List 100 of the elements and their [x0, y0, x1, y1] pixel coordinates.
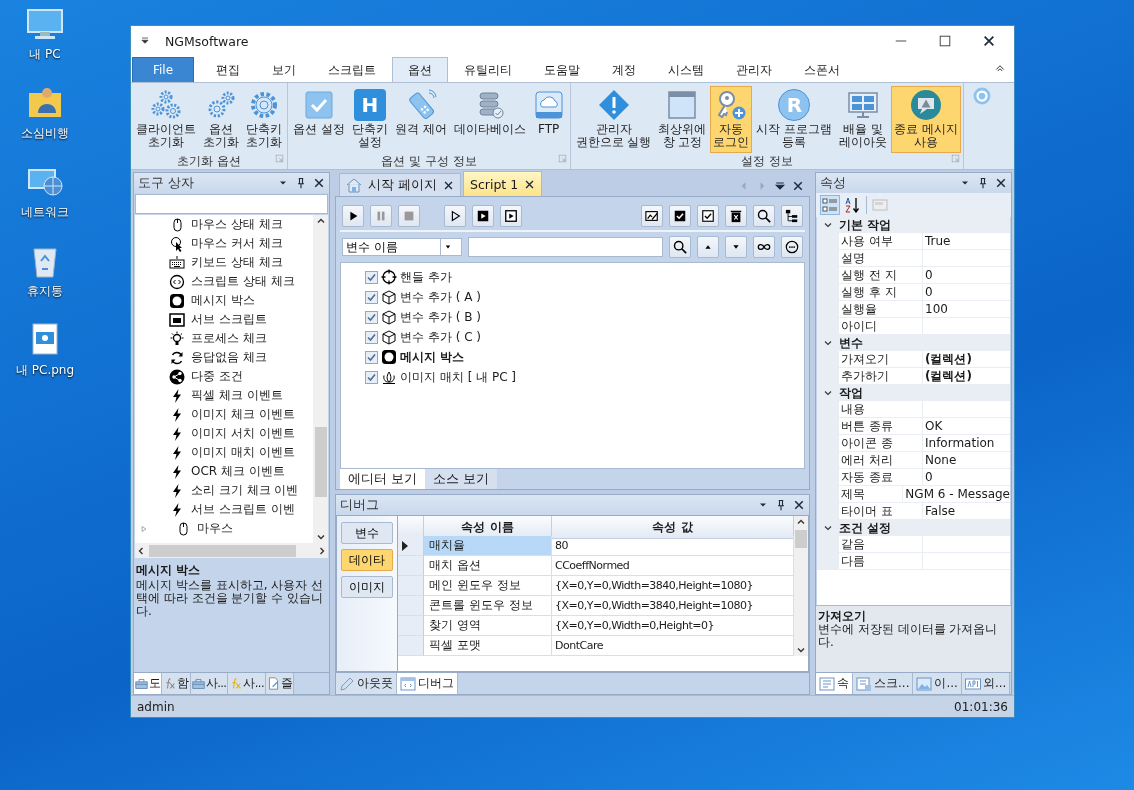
- script-step[interactable]: 변수 추가 ( B ): [400, 308, 481, 326]
- close-icon[interactable]: [313, 177, 325, 189]
- collapse-ribbon-icon[interactable]: [994, 62, 1006, 74]
- close-icon[interactable]: [443, 179, 454, 191]
- ribbon-button[interactable]: 옵션 설정: [290, 86, 348, 153]
- ribbon-button[interactable]: 클라이언트 초기화: [133, 86, 199, 153]
- category-button[interactable]: 데이타: [341, 549, 393, 571]
- document-tab[interactable]: Script 1: [463, 171, 543, 196]
- play-button[interactable]: [342, 205, 364, 227]
- property-value[interactable]: 100: [923, 301, 1010, 318]
- ribbon-tab[interactable]: 시스템: [652, 57, 721, 82]
- desktop-icon-label[interactable]: 내 PC.png: [15, 362, 75, 379]
- row-header[interactable]: [398, 536, 424, 556]
- ribbon-button[interactable]: 관리자 권한으로 실행: [572, 86, 655, 153]
- pin-icon[interactable]: [295, 177, 307, 189]
- tree-item[interactable]: 메시지 박스: [135, 291, 313, 310]
- tree-item[interactable]: 서브 스크립트: [135, 310, 313, 329]
- property-name[interactable]: 다름: [839, 553, 923, 570]
- panel-tab[interactable]: 사...: [228, 673, 266, 694]
- property-value[interactable]: (컬렉션): [923, 368, 1010, 385]
- close-icon[interactable]: [995, 177, 1007, 189]
- maximize-icon[interactable]: [938, 34, 952, 48]
- menu-down-icon[interactable]: [774, 180, 786, 192]
- ribbon-button[interactable]: 옵션 초기화: [200, 86, 242, 153]
- property-name[interactable]: 아이콘 종: [839, 435, 923, 452]
- tree-item[interactable]: 이미지 매치 이벤트: [135, 443, 313, 462]
- property-name[interactable]: 제목: [839, 486, 904, 503]
- property-value[interactable]: None: [923, 452, 1010, 469]
- search-field[interactable]: [135, 194, 328, 214]
- property-name[interactable]: 같음: [839, 536, 923, 553]
- play-frame-button[interactable]: [500, 205, 522, 227]
- tree-item[interactable]: 마우스 커서 체크: [135, 234, 313, 253]
- scrollbar-thumb[interactable]: [314, 427, 327, 497]
- ribbon-button[interactable]: 단축키 초기화: [243, 86, 285, 153]
- panel-tab[interactable]: 속: [816, 673, 853, 694]
- panel-tab[interactable]: 외...: [961, 673, 1011, 694]
- property-name[interactable]: 아이디: [839, 318, 923, 335]
- panel-tab[interactable]: 디버그: [397, 673, 458, 694]
- ribbon-tab[interactable]: 계정: [596, 57, 653, 82]
- panel-tab[interactable]: 이...: [913, 673, 962, 694]
- image-edit-button[interactable]: [641, 205, 663, 227]
- property-name[interactable]: 가져오기: [839, 351, 923, 368]
- close-icon[interactable]: [792, 180, 804, 192]
- caret-down-button[interactable]: [725, 236, 747, 258]
- property-value[interactable]: False: [923, 503, 1010, 520]
- tree-item[interactable]: 소리 크기 체크 이벤: [135, 481, 313, 500]
- panel-tab[interactable]: 즐: [265, 673, 295, 694]
- desktop-icon-label[interactable]: 휴지통: [27, 283, 63, 300]
- ribbon-tab[interactable]: 유틸리티: [448, 57, 529, 82]
- desktop-icon-label[interactable]: 소심비행: [21, 125, 69, 142]
- tree-item[interactable]: 이미지 체크 이벤트: [135, 405, 313, 424]
- desktop-icon-label[interactable]: 내 PC: [29, 46, 61, 63]
- script-step[interactable]: 변수 추가 ( C ): [400, 328, 481, 346]
- ribbon-tab[interactable]: 편집: [200, 57, 257, 82]
- property-name[interactable]: 설명: [839, 250, 923, 267]
- ribbon-tab[interactable]: 스크립트: [312, 57, 393, 82]
- search-field[interactable]: [468, 237, 663, 257]
- property-value[interactable]: Information: [923, 435, 1010, 452]
- scrollbar-thumb[interactable]: [795, 530, 807, 548]
- pause-button[interactable]: [370, 205, 392, 227]
- property-name[interactable]: 에러 처리: [839, 452, 923, 469]
- property-name[interactable]: 사용 여부: [839, 233, 923, 250]
- checkbox[interactable]: [365, 270, 378, 284]
- ribbon-tab[interactable]: 도움말: [528, 57, 597, 82]
- script-step[interactable]: 핸들 추가: [400, 268, 452, 286]
- property-name[interactable]: 버튼 종류: [839, 418, 923, 435]
- ribbon-tab[interactable]: 보기: [256, 57, 313, 82]
- property-value[interactable]: NGM 6 - Message: [903, 486, 1010, 503]
- property-name[interactable]: 실행율: [839, 301, 923, 318]
- stop-button[interactable]: [398, 205, 420, 227]
- script-step[interactable]: 메시지 박스: [400, 348, 465, 366]
- property-name[interactable]: 실행 전 지: [839, 267, 923, 284]
- property-name[interactable]: 추가하기: [839, 368, 923, 385]
- close-icon[interactable]: [793, 499, 805, 511]
- quick-menu-icon[interactable]: [139, 35, 151, 47]
- check-outline-button[interactable]: [697, 205, 719, 227]
- property-value[interactable]: 0: [923, 284, 1010, 301]
- panel-tab[interactable]: 함: [162, 673, 191, 694]
- ribbon-button[interactable]: 자동 로그인: [710, 86, 753, 153]
- tree-item[interactable]: 키보드 상태 체크: [135, 253, 313, 272]
- ribbon-button[interactable]: 최상위에 창 고정: [655, 86, 710, 153]
- close-icon[interactable]: [982, 34, 996, 48]
- property-name[interactable]: 자동 종료: [839, 469, 923, 486]
- hierarchy-button[interactable]: [781, 205, 803, 227]
- property-name[interactable]: 내용: [839, 401, 923, 418]
- ribbon-button[interactable]: R 시작 프로그램 등록: [753, 86, 836, 153]
- property-name[interactable]: 타이머 표: [839, 503, 923, 520]
- property-value[interactable]: 0: [923, 267, 1010, 284]
- ribbon-button[interactable]: 데이타베이스: [450, 86, 529, 153]
- category-button[interactable]: 변수: [341, 522, 393, 544]
- document-tab[interactable]: 시작 페이지: [339, 173, 461, 196]
- column-header[interactable]: 속성 값: [552, 516, 794, 539]
- close-icon[interactable]: [524, 178, 536, 190]
- category-button[interactable]: 이미지: [341, 576, 393, 598]
- property-value[interactable]: True: [923, 233, 1010, 250]
- tree-item[interactable]: 서브 스크립트 이벤: [135, 500, 313, 519]
- tree-item[interactable]: 응답없음 체크: [135, 348, 313, 367]
- ribbon-tab[interactable]: 관리자: [720, 57, 789, 82]
- property-value[interactable]: OK: [923, 418, 1010, 435]
- play-outline-button[interactable]: [444, 205, 466, 227]
